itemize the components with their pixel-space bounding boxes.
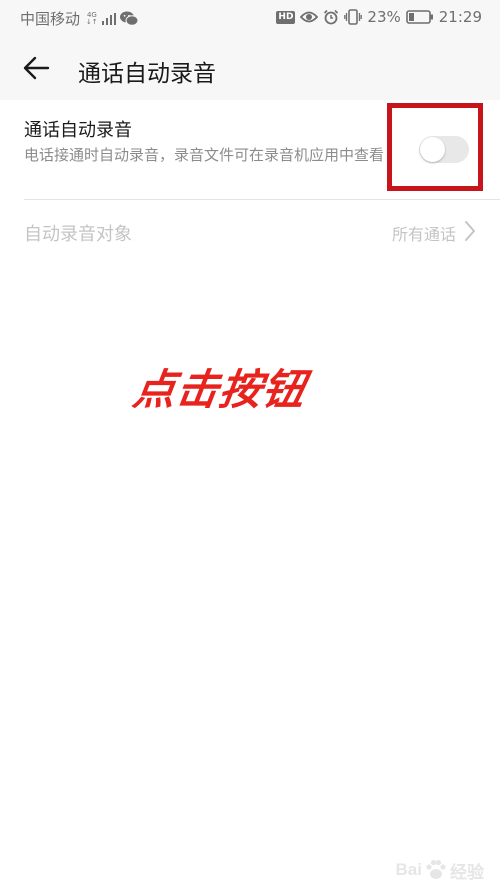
watermark-text-right: 经验 [450,862,484,882]
clock-time: 21:29 [438,8,482,26]
record-target-row[interactable]: 自动录音对象 所有通话 [0,200,500,264]
toggle-knob [420,137,445,162]
status-bar: 中国移动 4G ↓↑ HD 23% 21:29 [0,0,500,36]
baidu-jingyan-watermark: Bai 经验 [396,857,484,883]
auto-record-description: 电话接通时自动录音，录音文件可在录音机应用中查看 [24,146,385,164]
click-button-annotation: 点击按钮 [130,365,310,414]
signal-icon [101,12,116,25]
title-bar: 通话自动录音 [0,36,500,100]
watermark-text-left: Bai [395,860,422,879]
chevron-right-icon [465,221,475,241]
hd-icon: HD [276,10,296,24]
carrier-name: 中国移动 [20,10,81,28]
page-title: 通话自动录音 [78,61,216,87]
phone-screen: 中国移动 4G ↓↑ HD 23% 21:29 通话自动录音 通话自动录音 电话… [0,0,500,889]
back-arrow-icon [23,56,50,80]
baidu-paw-icon [426,859,446,879]
battery-percent: 23% [367,8,401,26]
status-left: 中国移动 4G ↓↑ [20,8,138,29]
vibrate-icon [344,9,363,25]
alarm-icon [324,9,339,25]
network-type: 4G ↓↑ [86,10,98,26]
record-target-value: 所有通话 [391,225,456,244]
auto-record-toggle[interactable] [419,136,469,163]
eye-icon [300,11,319,23]
wechat-icon [119,11,138,26]
battery-icon [405,10,433,24]
status-right: HD 23% 21:29 [276,8,482,26]
auto-record-title: 通话自动录音 [24,120,132,141]
record-target-label: 自动录音对象 [24,224,132,245]
back-button[interactable] [16,50,56,86]
